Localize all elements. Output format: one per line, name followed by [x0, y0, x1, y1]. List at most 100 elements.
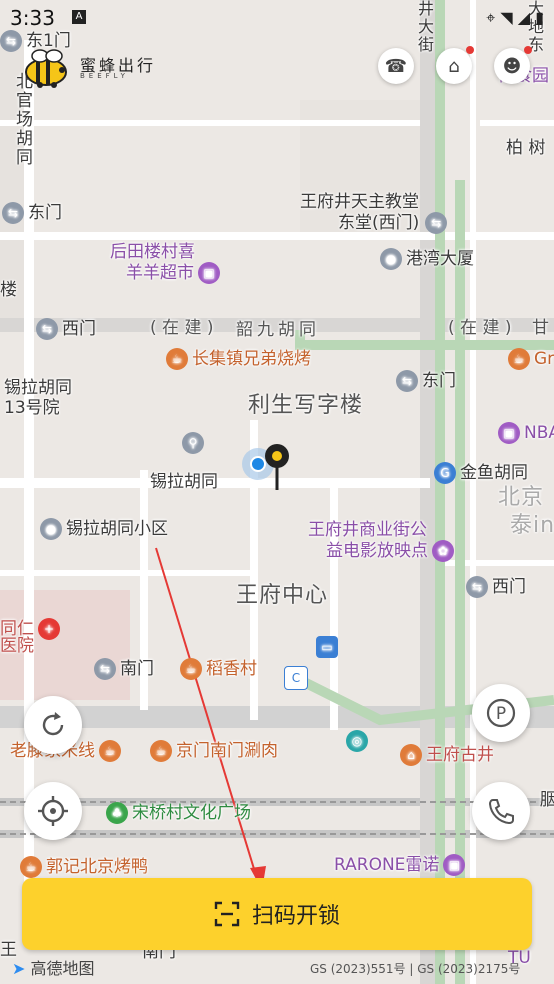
- restaurant-icon: ☕: [180, 658, 202, 680]
- restaurant-icon: ☕: [508, 348, 530, 370]
- call-button[interactable]: [472, 782, 530, 840]
- map-label: ☕ 稻香村: [180, 658, 257, 680]
- map-label: ⇆ 东门: [2, 202, 62, 224]
- bee-icon: [25, 49, 67, 88]
- map-label: ☕ 京门南门涮肉: [150, 740, 278, 762]
- metro-line-icon: ◎: [346, 730, 368, 752]
- map-label: 羊羊超市 ▣: [126, 262, 224, 284]
- restaurant-icon: ☕: [99, 740, 121, 762]
- amap-label: 高德地图: [30, 959, 95, 978]
- map-label: 韶九胡同: [236, 320, 320, 340]
- toilet-icon: ⚲: [182, 432, 204, 454]
- amap-logo-icon: ➤: [12, 959, 26, 978]
- cinema-icon: ✿: [432, 540, 454, 562]
- map-label: ( 在 建 ): [150, 318, 214, 338]
- map-label: ▭: [316, 636, 342, 658]
- map-label: ⇆ 东门: [396, 370, 456, 392]
- map-label: ☕ 长集镇兄弟烧烤: [166, 348, 311, 370]
- scan-icon: [214, 901, 240, 927]
- metro-icon: G: [434, 462, 456, 484]
- profile-button[interactable]: ☻: [494, 46, 532, 84]
- map-label: 后田楼村喜: [110, 242, 195, 262]
- parking-c-icon: C: [284, 666, 308, 690]
- amap-attribution: ➤ 高德地图: [12, 955, 95, 979]
- system-icons: ⌖ ◥ ◢ ▮: [486, 8, 544, 28]
- map-label: 利生写字楼: [248, 393, 364, 418]
- gate-icon: ⇆: [94, 658, 116, 680]
- map-label: 益电影放映点 ✿: [326, 540, 458, 562]
- scan-unlock-button[interactable]: 扫码开锁: [22, 878, 532, 950]
- parking-button[interactable]: P: [472, 684, 530, 742]
- map-label: 王府井天主教堂: [300, 192, 419, 212]
- map-label: ☕ Gr: [508, 348, 554, 370]
- headset-icon: ☎: [384, 55, 408, 77]
- restaurant-icon: ☕: [150, 740, 172, 762]
- shop-icon: ▣: [198, 262, 220, 284]
- map-label: ( 在 建 ): [448, 318, 512, 338]
- refresh-icon: [42, 712, 64, 736]
- hospital-icon: +: [38, 618, 60, 640]
- brand-logo: 蜜蜂出行 BEEFLY: [22, 48, 162, 88]
- map-label: 锡拉胡同: [4, 378, 72, 398]
- map-label: 泰in: [510, 513, 554, 538]
- map-label: ⇆ 南门: [94, 658, 154, 680]
- user-icon: ☻: [502, 55, 522, 77]
- parking-icon: P: [486, 698, 516, 728]
- svg-text:P: P: [496, 704, 506, 724]
- map-label: ☕ 郭记北京烤鸭: [20, 856, 148, 878]
- map-label: 13号院: [4, 398, 60, 418]
- map-label: 东堂(西门) ⇆: [338, 212, 451, 234]
- map-label: ⌂ 王府古井: [400, 744, 494, 766]
- notification-a-icon: A: [72, 10, 86, 24]
- landmark-icon: ⌂: [400, 744, 422, 766]
- map-label: ● 锡拉胡同小区: [40, 518, 168, 540]
- gate-icon: ⇆: [36, 318, 58, 340]
- pin-icon: ●: [40, 518, 62, 540]
- map-label: 王府井商业街公: [308, 520, 427, 540]
- locate-button[interactable]: [24, 782, 82, 840]
- gate-icon: ⇆: [2, 202, 24, 224]
- shop-icon: ▣: [443, 854, 466, 876]
- map-license: GS (2023)551号 | GS (2023)2175号: [310, 962, 521, 976]
- map-label: 锡拉胡同: [150, 472, 218, 492]
- restaurant-icon: ☕: [20, 856, 42, 878]
- gate-icon: ⇆: [425, 212, 448, 234]
- scan-unlock-label: 扫码开锁: [251, 904, 340, 929]
- gate-icon: ⇆: [396, 370, 418, 392]
- map-label: 柏 树: [506, 138, 546, 158]
- gift-icon: ⌂: [448, 55, 460, 77]
- status-bar: 3:33 A ⌖ ◥ ◢ ▮: [0, 0, 554, 36]
- restaurant-icon: ☕: [166, 348, 188, 370]
- shop-icon: ▣: [498, 422, 520, 444]
- map-label: G 金鱼胡同: [434, 462, 528, 484]
- gate-icon: ⇆: [466, 576, 488, 598]
- phone-icon: [488, 799, 514, 825]
- map-label: 楼: [0, 280, 17, 300]
- map-label: ⚲: [182, 432, 208, 454]
- map-canvas[interactable]: [0, 0, 554, 984]
- map-label: 胭: [540, 790, 554, 810]
- notification-dot: [524, 46, 532, 54]
- refresh-button[interactable]: [24, 696, 82, 754]
- map-label: ● 港湾大厦: [380, 248, 474, 270]
- map-label: 王府中心: [236, 583, 329, 608]
- pin-icon: ●: [380, 248, 402, 270]
- status-time: 3:33: [10, 6, 55, 30]
- map-label: 医院: [0, 636, 34, 656]
- notification-dot: [466, 46, 474, 54]
- map-label: ♣ 宋桥村文化广场: [106, 802, 251, 824]
- map-label: ⇆ 西门: [36, 318, 96, 340]
- map-label: 甘: [532, 318, 549, 338]
- park-icon: ♣: [106, 802, 128, 824]
- signal-icon: ◢: [517, 8, 531, 27]
- service-button[interactable]: ☎: [378, 48, 414, 84]
- map-label: ⇆ 西门: [466, 576, 526, 598]
- map-label: RARONE雷诺 ▣: [334, 854, 469, 876]
- wifi-icon: ◥: [500, 8, 513, 27]
- map-label: ▣NBA: [498, 422, 554, 444]
- gift-button[interactable]: ⌂: [436, 46, 474, 84]
- battery-icon: ▮: [535, 8, 544, 27]
- bus-icon: ▭: [316, 636, 338, 658]
- current-location-dot: [250, 456, 266, 472]
- map-label: C: [284, 666, 312, 690]
